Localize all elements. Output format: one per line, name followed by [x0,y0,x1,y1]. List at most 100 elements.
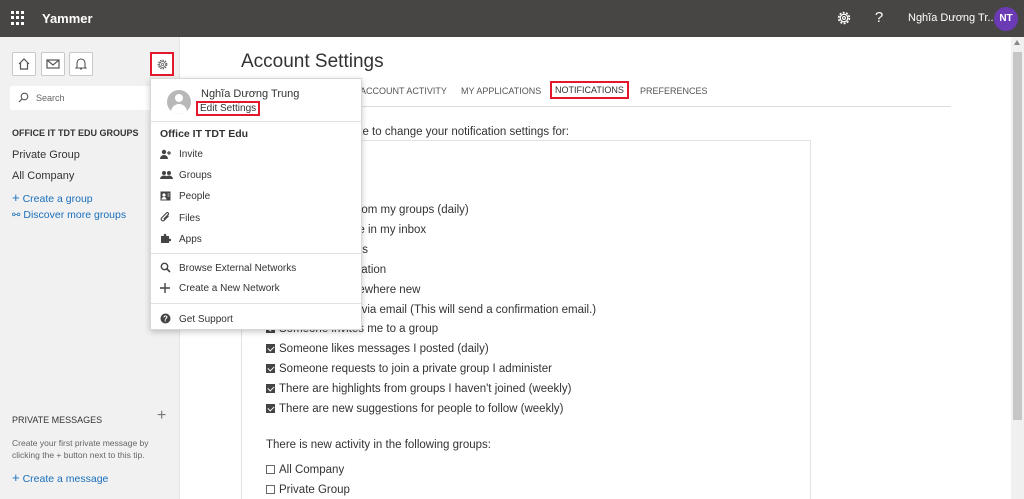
help-circle-icon: ? [160,313,174,327]
home-icon [18,58,30,70]
groups-heading: OFFICE IT TDT EDU GROUPS [12,128,139,138]
settings-gear-icon[interactable] [835,9,853,27]
menu-divider [151,121,361,122]
checkbox[interactable] [266,485,275,494]
plus-icon: + [12,470,20,485]
gear-icon [157,59,167,69]
mail-icon [46,59,60,69]
menu-item-create-network[interactable]: Create a New Network [160,283,280,297]
puzzle-icon [160,233,174,247]
menu-item-label: Invite [179,149,203,160]
tab-my-applications[interactable]: MY APPLICATIONS [461,86,541,96]
create-message-link[interactable]: + Create a message [12,470,108,485]
bell-icon [75,58,87,70]
checkbox[interactable] [266,404,275,413]
network-settings-button[interactable] [150,52,174,76]
app-brand[interactable]: Yammer [42,11,93,26]
search-icon [160,262,174,276]
menu-item-label: Apps [179,234,202,245]
setting-row[interactable]: Someone requests to join a private group… [266,363,552,375]
setting-row[interactable]: There are new suggestions for people to … [266,403,563,415]
menu-item-get-support[interactable]: ? Get Support [160,313,233,327]
checkbox[interactable] [266,364,275,373]
setting-label: Someone likes messages I posted (daily) [279,343,489,355]
setting-row[interactable]: Someone likes messages I posted (daily) [266,343,489,355]
menu-item-invite[interactable]: Invite [160,149,203,163]
paperclip-icon [160,212,174,226]
edit-settings-link[interactable]: Edit Settings [196,101,261,116]
scroll-up-arrow-icon[interactable] [1014,40,1020,45]
search-placeholder: Search [36,93,65,103]
menu-divider [151,253,361,254]
app-launcher-icon[interactable] [11,11,25,25]
group-setting-row[interactable]: Private Group [266,484,350,496]
groups-icon [160,170,174,183]
tab-notifications[interactable]: NOTIFICATIONS [550,81,629,99]
menu-item-label: Groups [179,170,212,181]
plus-icon [160,283,174,296]
create-message-label: Create a message [22,473,109,485]
menu-item-label: Get Support [179,314,233,325]
page-title: Account Settings [241,51,384,72]
setting-row[interactable]: newhere new [352,284,420,296]
settings-dropdown-menu: Nghĩa Dương Trung Edit Settings Office I… [150,78,362,330]
tab-preferences[interactable]: PREFERENCES [640,86,708,96]
top-bar: Yammer ? Nghĩa Dương Tr... NT [0,0,1024,37]
menu-item-apps[interactable]: Apps [160,233,202,247]
menu-divider [151,303,361,304]
home-button[interactable] [12,52,36,76]
setting-label: e via email (This will send a confirmati… [352,304,597,316]
tab-account-activity[interactable]: ACCOUNT ACTIVITY [360,86,447,96]
create-group-label: Create a group [22,193,93,205]
setting-label: ge in my inbox [352,224,427,236]
group-setting-row[interactable]: All Company [266,464,344,476]
profile-name: Nghĩa Dương Trung [201,88,300,100]
menu-item-people[interactable]: People [160,191,210,205]
discover-icon: ⚯ [12,210,21,221]
network-name: Office IT TDT Edu [160,128,249,140]
notifications-button[interactable] [69,52,93,76]
inbox-button[interactable] [41,52,65,76]
private-messages-heading: PRIVATE MESSAGES [12,415,103,425]
setting-row[interactable]: ge in my inbox [352,224,426,236]
search-icon [18,92,29,103]
sidebar-item-private-group[interactable]: Private Group [12,149,80,161]
user-avatar[interactable]: NT [994,7,1018,31]
scroll-thumb[interactable] [1013,52,1022,420]
menu-item-browse-external[interactable]: Browse External Networks [160,262,296,276]
menu-item-files[interactable]: Files [160,212,200,226]
setting-row[interactable]: There are highlights from groups I haven… [266,383,571,395]
setting-label: There are highlights from groups I haven… [279,383,572,395]
menu-item-label: Files [179,213,201,224]
checkbox[interactable] [266,384,275,393]
group-activity-heading: There is new activity in the following g… [266,439,491,451]
menu-item-label: Create a New Network [179,283,280,294]
setting-label: Someone requests to join a private group… [279,363,552,375]
discover-groups-label: Discover more groups [23,209,127,221]
group-setting-label: All Company [279,464,345,476]
profile-avatar[interactable] [167,90,191,114]
sidebar-item-all-company[interactable]: All Company [12,170,74,182]
invite-icon [160,149,174,162]
setting-row[interactable]: e via email (This will send a confirmati… [352,304,596,316]
private-message-hint: Create your first private message by cli… [12,438,149,460]
new-message-plus-icon[interactable]: + [157,407,166,425]
setting-label: There are new suggestions for people to … [279,403,564,415]
group-setting-label: Private Group [279,484,350,496]
menu-item-label: People [179,191,211,202]
checkbox[interactable] [266,344,275,353]
create-group-link[interactable]: + Create a group [12,190,93,205]
svg-text:?: ? [163,314,168,323]
user-name[interactable]: Nghĩa Dương Tr... [908,12,997,24]
discover-groups-link[interactable]: ⚯ Discover more groups [12,209,126,221]
page-scrollbar[interactable] [1011,37,1024,499]
help-icon[interactable]: ? [873,9,885,26]
menu-item-groups[interactable]: Groups [160,170,212,184]
people-icon [160,191,174,204]
search-input[interactable]: Search [10,86,172,110]
setting-label: newhere new [352,284,421,296]
plus-icon: + [12,190,20,205]
notification-intro: d like to change your notification setti… [342,126,569,138]
checkbox[interactable] [266,465,275,474]
menu-item-label: Browse External Networks [179,263,297,274]
